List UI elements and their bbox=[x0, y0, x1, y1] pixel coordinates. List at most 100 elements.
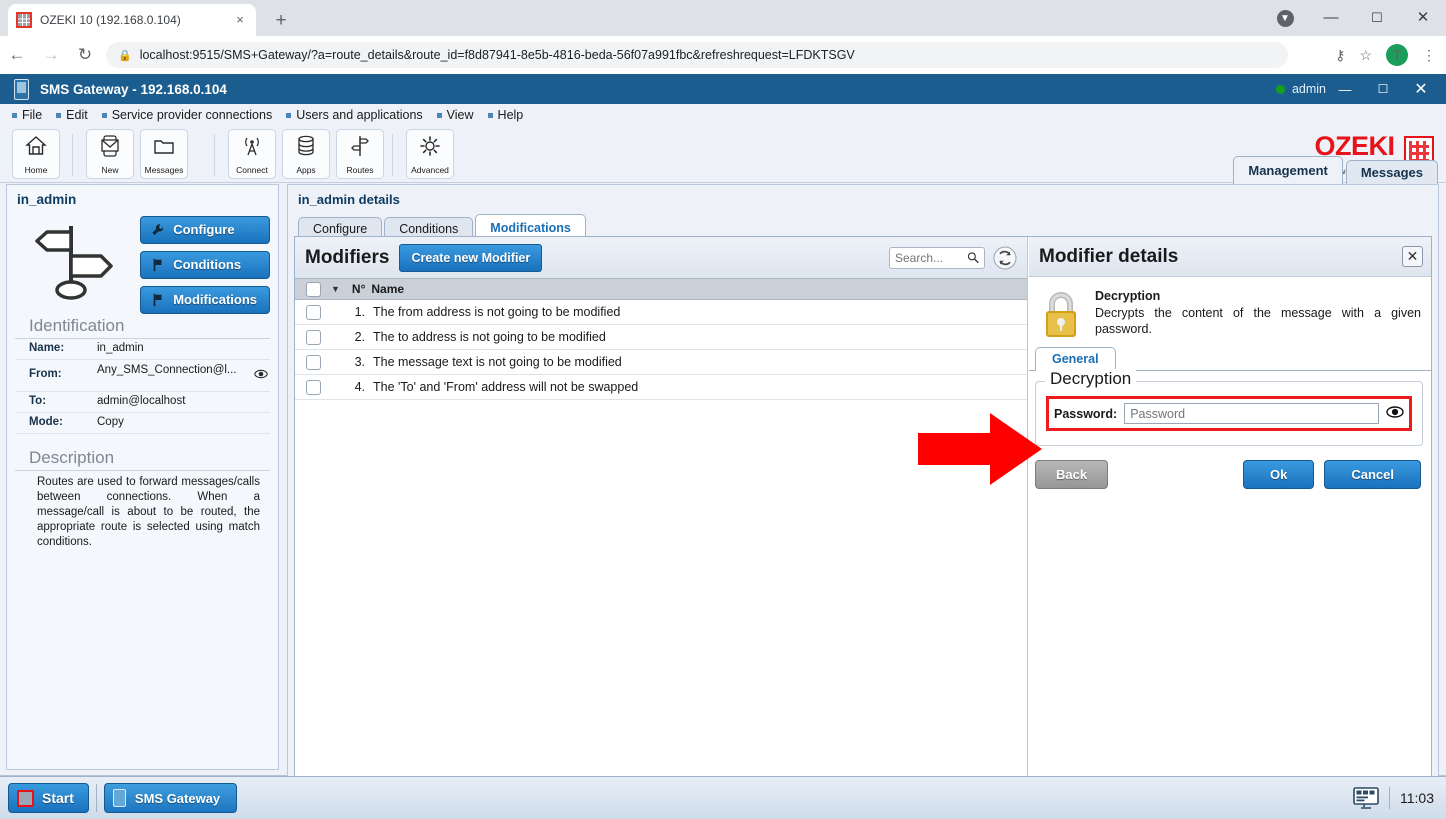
tab-management[interactable]: Management bbox=[1233, 156, 1343, 185]
fieldset-legend: Decryption bbox=[1045, 369, 1137, 389]
sidebar-modifications-button[interactable]: Modifications bbox=[140, 286, 270, 314]
wrench-icon bbox=[152, 223, 164, 235]
create-new-modifier-button[interactable]: Create new Modifier bbox=[399, 243, 543, 272]
tab-messages[interactable]: Messages bbox=[1345, 160, 1438, 185]
browser-maximize-button[interactable]: ☐ bbox=[1354, 0, 1400, 36]
ok-button[interactable]: Ok bbox=[1243, 460, 1315, 489]
browser-menu-icon[interactable]: ⋮ bbox=[1422, 47, 1436, 64]
avatar[interactable]: T bbox=[1386, 44, 1408, 66]
details-title: Modifier details bbox=[1039, 245, 1179, 267]
menu-item-view[interactable]: View bbox=[437, 108, 474, 122]
reload-icon[interactable]: ↻ bbox=[68, 45, 102, 65]
row-checkbox[interactable] bbox=[305, 329, 321, 345]
password-input[interactable] bbox=[1124, 403, 1379, 424]
browser-minimize-button[interactable]: — bbox=[1308, 0, 1354, 36]
ribbon-label-routes: Routes bbox=[346, 165, 374, 175]
grid-column-header: ▼ N° Name bbox=[295, 278, 1027, 300]
ribbon-button-routes[interactable]: Routes bbox=[336, 129, 384, 179]
address-bar[interactable]: 🔒 localhost:9515/SMS+Gateway/?a=route_de… bbox=[106, 42, 1288, 68]
menu-item-edit[interactable]: Edit bbox=[56, 108, 88, 122]
table-row[interactable]: 2. The to address is not going to be mod… bbox=[295, 325, 1027, 350]
menu-item-help[interactable]: Help bbox=[488, 108, 524, 122]
ribbon-button-messages[interactable]: Messages bbox=[140, 129, 188, 179]
taskbar-item-sms-gateway[interactable]: SMS Gateway bbox=[103, 783, 238, 813]
back-icon[interactable]: ← bbox=[0, 45, 34, 65]
menu-item-file[interactable]: File bbox=[12, 108, 42, 122]
new-tab-button[interactable]: + bbox=[268, 8, 294, 34]
field-value-to: admin@localhost bbox=[97, 395, 186, 407]
logged-in-user[interactable]: admin bbox=[1292, 82, 1326, 96]
app-titlebar: SMS Gateway - 192.168.0.104 admin — ☐ ✕ bbox=[0, 74, 1446, 104]
password-label: Password: bbox=[1054, 406, 1118, 421]
menu-item-users-and-applications[interactable]: Users and applications bbox=[286, 108, 422, 122]
chevron-down-icon[interactable]: ▼ bbox=[331, 284, 340, 294]
menu-item-service-provider-connections[interactable]: Service provider connections bbox=[102, 108, 273, 122]
ribbon-button-new[interactable]: New bbox=[86, 129, 134, 179]
row-checkbox[interactable] bbox=[305, 304, 321, 320]
description-text: Routes are used to forward messages/call… bbox=[37, 476, 260, 548]
ribbon-toolbar: Home New Messages Connect Apps Routes Ad… bbox=[0, 126, 1446, 183]
eye-icon[interactable] bbox=[1386, 405, 1404, 423]
row-checkbox[interactable] bbox=[305, 354, 321, 370]
bookmark-star-icon[interactable]: ☆ bbox=[1359, 47, 1372, 64]
folder-icon bbox=[154, 140, 174, 154]
close-icon[interactable]: × bbox=[232, 12, 248, 28]
back-button[interactable]: Back bbox=[1035, 460, 1109, 489]
sms-icon bbox=[112, 789, 126, 807]
taskbar-clock: 11:03 bbox=[1400, 790, 1434, 806]
cancel-button[interactable]: Cancel bbox=[1324, 460, 1421, 489]
modifiers-grid: Modifiers Create new Modifier Search... … bbox=[295, 237, 1028, 819]
refresh-icon[interactable] bbox=[993, 246, 1017, 270]
field-row-to: To: admin@localhost bbox=[15, 392, 270, 413]
field-value-from-text: Any_SMS_Connection@l... bbox=[97, 364, 237, 376]
browser-toolbar: ← → ↻ 🔒 localhost:9515/SMS+Gateway/?a=ro… bbox=[0, 36, 1446, 74]
sidebar-configure-label: Configure bbox=[173, 222, 235, 237]
search-input[interactable] bbox=[895, 250, 967, 265]
database-icon bbox=[298, 135, 314, 156]
field-label-mode: Mode: bbox=[29, 416, 63, 428]
browser-tab[interactable]: OZEKI 10 (192.168.0.104) × bbox=[8, 4, 256, 36]
tab-general[interactable]: General bbox=[1035, 347, 1116, 371]
annotation-arrow-icon bbox=[918, 413, 1042, 485]
table-row[interactable]: 4. The 'To' and 'From' address will not … bbox=[295, 375, 1027, 400]
modifier-name: Decryption bbox=[1095, 289, 1161, 303]
app-minimize-button[interactable]: — bbox=[1326, 82, 1364, 97]
browser-close-button[interactable]: ✕ bbox=[1400, 0, 1446, 36]
ribbon-button-apps[interactable]: Apps bbox=[282, 129, 330, 179]
browser-tab-title: OZEKI 10 (192.168.0.104) bbox=[40, 13, 181, 27]
field-row-name: Name: in_admin bbox=[15, 339, 270, 360]
forward-icon: → bbox=[42, 45, 60, 64]
search-icon bbox=[967, 252, 979, 264]
page-title: in_admin details bbox=[298, 192, 400, 207]
select-all-checkbox[interactable] bbox=[305, 281, 321, 297]
start-button[interactable]: Start bbox=[8, 783, 89, 813]
browser-extension-icon[interactable]: ▼ bbox=[1262, 0, 1308, 36]
gear-icon bbox=[420, 136, 440, 156]
row-number: 1. bbox=[354, 305, 365, 319]
row-checkbox[interactable] bbox=[305, 379, 321, 395]
sidebar-modifications-label: Modifications bbox=[173, 292, 257, 307]
key-icon[interactable]: ⚷ bbox=[1335, 47, 1345, 64]
ribbon-label-connect: Connect bbox=[236, 165, 268, 175]
ribbon-button-connect[interactable]: Connect bbox=[228, 129, 276, 179]
eye-icon[interactable] bbox=[254, 369, 268, 383]
app-body: File Edit Service provider connections U… bbox=[0, 104, 1446, 819]
table-row[interactable]: 3. The message text is not going to be m… bbox=[295, 350, 1027, 375]
app-maximize-button[interactable]: ☐ bbox=[1364, 82, 1402, 96]
details-tabs: General bbox=[1029, 347, 1431, 371]
description-heading: Description bbox=[15, 444, 270, 471]
row-name: The message text is not going to be modi… bbox=[373, 355, 622, 369]
flag-icon bbox=[153, 258, 162, 271]
ribbon-label-messages: Messages bbox=[144, 165, 184, 175]
sidebar-configure-button[interactable]: Configure bbox=[140, 216, 270, 244]
sidebar-conditions-button[interactable]: Conditions bbox=[140, 251, 270, 279]
column-header-name: Name bbox=[371, 282, 405, 296]
search-box[interactable] bbox=[889, 246, 985, 269]
decryption-fieldset: Decryption Password: bbox=[1035, 369, 1423, 446]
app-close-button[interactable]: ✕ bbox=[1402, 79, 1440, 99]
monitor-icon[interactable] bbox=[1353, 787, 1379, 809]
table-row[interactable]: 1. The from address is not going to be m… bbox=[295, 300, 1027, 325]
ribbon-button-home[interactable]: Home bbox=[12, 129, 60, 179]
ribbon-button-advanced[interactable]: Advanced bbox=[406, 129, 454, 179]
close-icon[interactable]: ✕ bbox=[1402, 246, 1423, 267]
